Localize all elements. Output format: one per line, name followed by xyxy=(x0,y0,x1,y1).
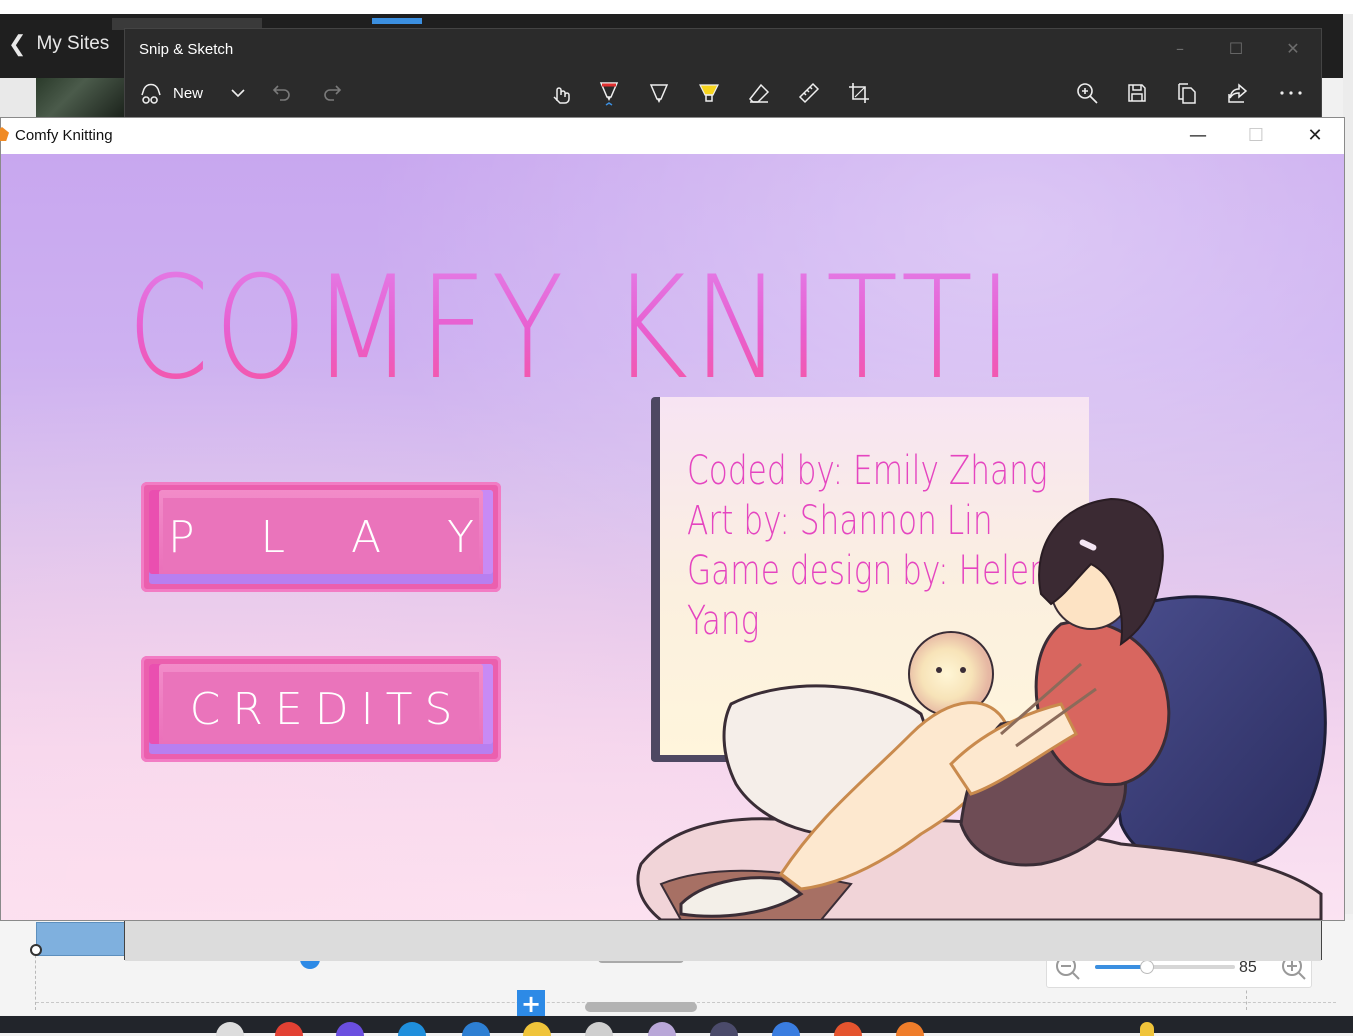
app-icon xyxy=(0,127,9,141)
guide-line xyxy=(1246,985,1247,1010)
snip-canvas-bottom xyxy=(125,919,1321,961)
maximize-button[interactable]: ☐ xyxy=(1213,35,1259,63)
redo-icon[interactable] xyxy=(315,75,349,111)
knitting-girl-illustration xyxy=(636,497,1327,920)
top-strip xyxy=(0,0,1353,14)
zoom-slider[interactable] xyxy=(1095,960,1235,974)
zoom-value: 85 xyxy=(1239,959,1257,976)
my-sites-back-link[interactable]: ❮ My Sites xyxy=(8,30,109,58)
minimize-button[interactable]: – xyxy=(1157,35,1203,63)
add-frame-button[interactable]: + xyxy=(517,990,545,1018)
maximize-button[interactable]: ☐ xyxy=(1227,122,1285,150)
comfy-knitting-titlebar: Comfy Knitting — ☐ ✕ xyxy=(0,118,1344,154)
chevron-down-icon[interactable] xyxy=(223,75,253,111)
ruler-icon[interactable] xyxy=(791,75,827,111)
minimize-button[interactable]: — xyxy=(1169,122,1227,150)
resize-handle[interactable] xyxy=(30,944,42,956)
highlighter-icon[interactable] xyxy=(691,75,727,111)
eraser-icon[interactable] xyxy=(741,75,777,111)
comfy-knitting-window: Comfy Knitting — ☐ ✕ COMFY KNITTING P L … xyxy=(0,117,1345,921)
pencil-icon[interactable] xyxy=(641,75,677,111)
new-snip-icon xyxy=(141,83,161,104)
game-title: COMFY KNITTING xyxy=(127,246,1208,411)
credits-label: CREDITS xyxy=(189,683,465,735)
tray-icon[interactable] xyxy=(1140,1022,1154,1036)
close-button[interactable]: ✕ xyxy=(1286,122,1344,150)
credits-button[interactable]: CREDITS xyxy=(141,656,501,762)
background-selected-frame[interactable] xyxy=(36,922,126,956)
new-label: New xyxy=(173,84,204,102)
background-active-tab-indicator xyxy=(372,18,422,24)
more-options-icon[interactable] xyxy=(1273,75,1309,111)
save-icon[interactable] xyxy=(1119,75,1155,111)
background-panel xyxy=(0,78,36,118)
snip-toolbar: New xyxy=(125,75,1321,115)
crop-icon[interactable] xyxy=(841,75,877,111)
copy-icon[interactable] xyxy=(1169,75,1205,111)
horizontal-scrollbar[interactable] xyxy=(585,1002,697,1012)
zoom-slider-thumb[interactable] xyxy=(1139,960,1154,974)
ballpoint-pen-icon[interactable] xyxy=(591,75,627,111)
close-button[interactable]: ✕ xyxy=(1270,35,1316,63)
my-sites-label: My Sites xyxy=(36,33,110,54)
zoom-icon[interactable] xyxy=(1069,75,1105,111)
guide-line xyxy=(35,950,36,1010)
play-button[interactable]: P L A Y xyxy=(141,482,501,592)
window-title: Comfy Knitting xyxy=(15,127,113,144)
background-thumbnail[interactable] xyxy=(36,78,124,118)
game-canvas[interactable]: COMFY KNITTING P L A Y CREDITS Coded by:… xyxy=(1,154,1344,920)
touch-writing-icon[interactable] xyxy=(543,75,579,111)
play-label: P L A Y xyxy=(168,511,500,563)
snip-sketch-title: Snip & Sketch xyxy=(139,41,234,58)
chevron-left-icon: ❮ xyxy=(8,31,27,56)
share-icon[interactable] xyxy=(1219,75,1255,111)
undo-icon[interactable] xyxy=(265,75,299,111)
